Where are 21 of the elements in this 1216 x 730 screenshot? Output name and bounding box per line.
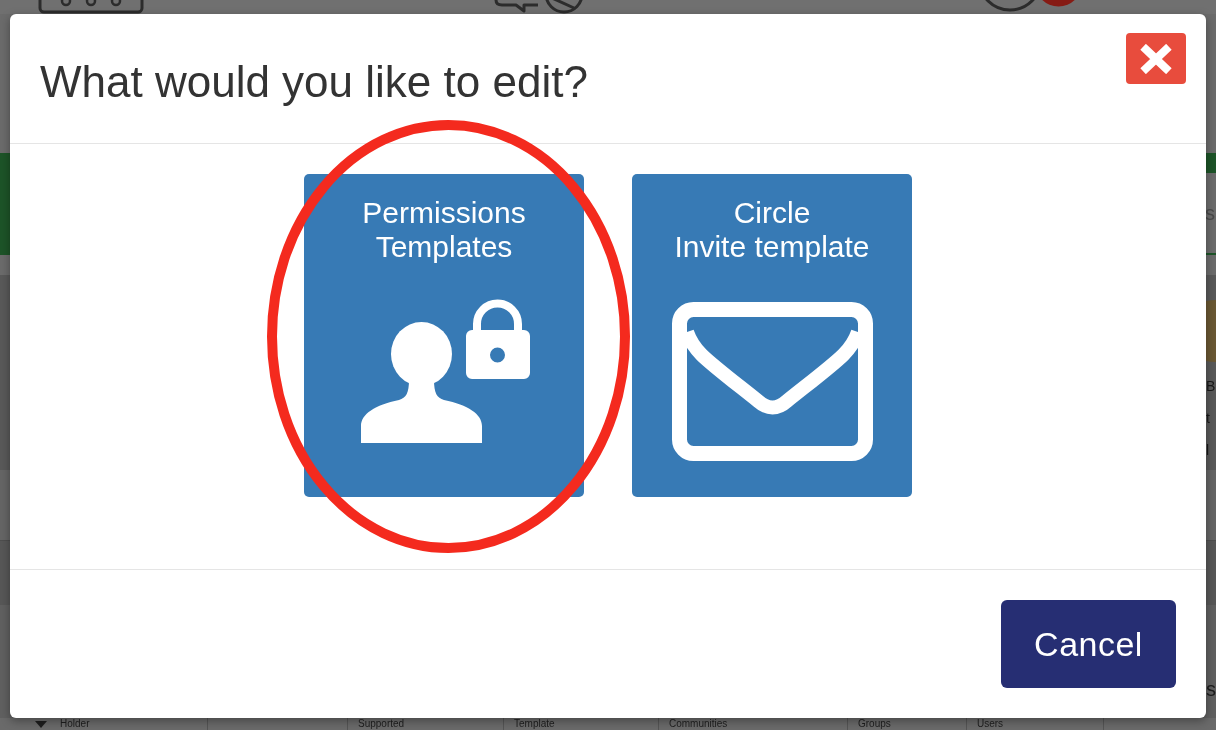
close-icon — [1140, 43, 1172, 74]
avatar-placeholder — [1206, 300, 1216, 362]
envelope-icon — [671, 302, 873, 461]
column-header[interactable]: Template — [514, 718, 555, 730]
user-lock-icon — [361, 298, 531, 444]
column-header[interactable]: Users — [977, 718, 1004, 730]
column-header[interactable]: Supported — [358, 718, 405, 730]
option-tile[interactable]: Circle Invite template — [632, 174, 912, 497]
close-button[interactable] — [1126, 33, 1186, 84]
option-tile[interactable]: Permissions Templates — [304, 174, 584, 497]
dialog-title: What would you like to edit? — [40, 57, 588, 107]
side-text: t — [1206, 409, 1210, 428]
column-header[interactable]: Holder — [60, 718, 90, 730]
column-header[interactable]: Groups — [858, 718, 891, 730]
calendar-icon[interactable] — [38, 0, 144, 14]
column-header[interactable]: Communities — [669, 718, 728, 730]
side-text: l — [1206, 441, 1210, 460]
side-text: s — [1206, 678, 1216, 700]
side-text: B — [1206, 377, 1216, 396]
caret-icon[interactable] — [35, 721, 47, 728]
cancel-button[interactable]: Cancel — [1001, 600, 1176, 688]
